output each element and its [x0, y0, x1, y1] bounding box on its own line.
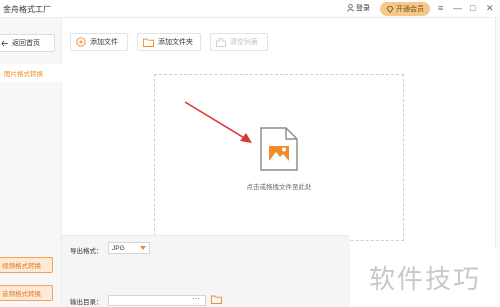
annotation-arrow-icon — [184, 101, 252, 143]
back-home-label: 返回首页 — [12, 40, 40, 47]
sidebar-item-image-convert[interactable]: 图片格式转换 — [0, 64, 62, 82]
diamond-icon — [386, 5, 394, 13]
app-title: 金舟格式工厂 — [3, 5, 51, 14]
chevron-down-icon — [140, 246, 146, 250]
login-button[interactable]: 登录 — [347, 3, 370, 13]
user-icon — [347, 4, 354, 12]
login-label: 登录 — [356, 5, 370, 12]
watermark-text: 软件技巧 — [350, 248, 500, 307]
plus-circle-icon — [76, 37, 86, 47]
title-bar: 金舟格式工厂 登录 开通会员 ≡ — □ ✕ — [0, 0, 500, 18]
sidebar-item-audio-convert[interactable]: 音频格式转换 — [0, 285, 53, 301]
image-file-icon — [260, 127, 298, 171]
clear-list-button[interactable]: 清空列表 — [210, 33, 268, 51]
vip-button[interactable]: 开通会员 — [380, 2, 430, 16]
back-home-button[interactable]: 返回首页 — [0, 34, 55, 52]
add-file-label: 添加文件 — [90, 39, 118, 46]
export-format-select[interactable]: JPG — [108, 242, 150, 254]
maximize-icon[interactable]: □ — [470, 3, 475, 13]
scrollbar-track — [495, 18, 500, 248]
add-file-button[interactable]: 添加文件 — [70, 33, 128, 51]
close-icon[interactable]: ✕ — [486, 3, 494, 13]
menu-icon[interactable]: ≡ — [438, 3, 443, 13]
output-dir-label: 输出目录： — [70, 299, 103, 306]
folder-icon — [143, 38, 154, 47]
add-folder-label: 添加文件夹 — [158, 39, 193, 46]
browse-more-button[interactable]: ··· — [192, 294, 200, 303]
export-format-value: JPG — [112, 244, 125, 252]
drop-hint-text: 点击或拖拽文件至此处 — [246, 184, 312, 191]
export-format-label: 导出格式： — [70, 248, 103, 255]
add-folder-button[interactable]: 添加文件夹 — [137, 33, 201, 51]
vip-label: 开通会员 — [396, 6, 424, 13]
open-folder-icon[interactable] — [211, 295, 222, 304]
output-settings-panel — [62, 235, 350, 307]
minimize-icon[interactable]: — — [453, 3, 462, 13]
back-arrow-icon — [1, 40, 8, 46]
sidebar-item-video-convert[interactable]: 视频格式转换 — [0, 257, 53, 273]
clear-list-label: 清空列表 — [230, 39, 258, 46]
broom-icon — [216, 37, 226, 47]
